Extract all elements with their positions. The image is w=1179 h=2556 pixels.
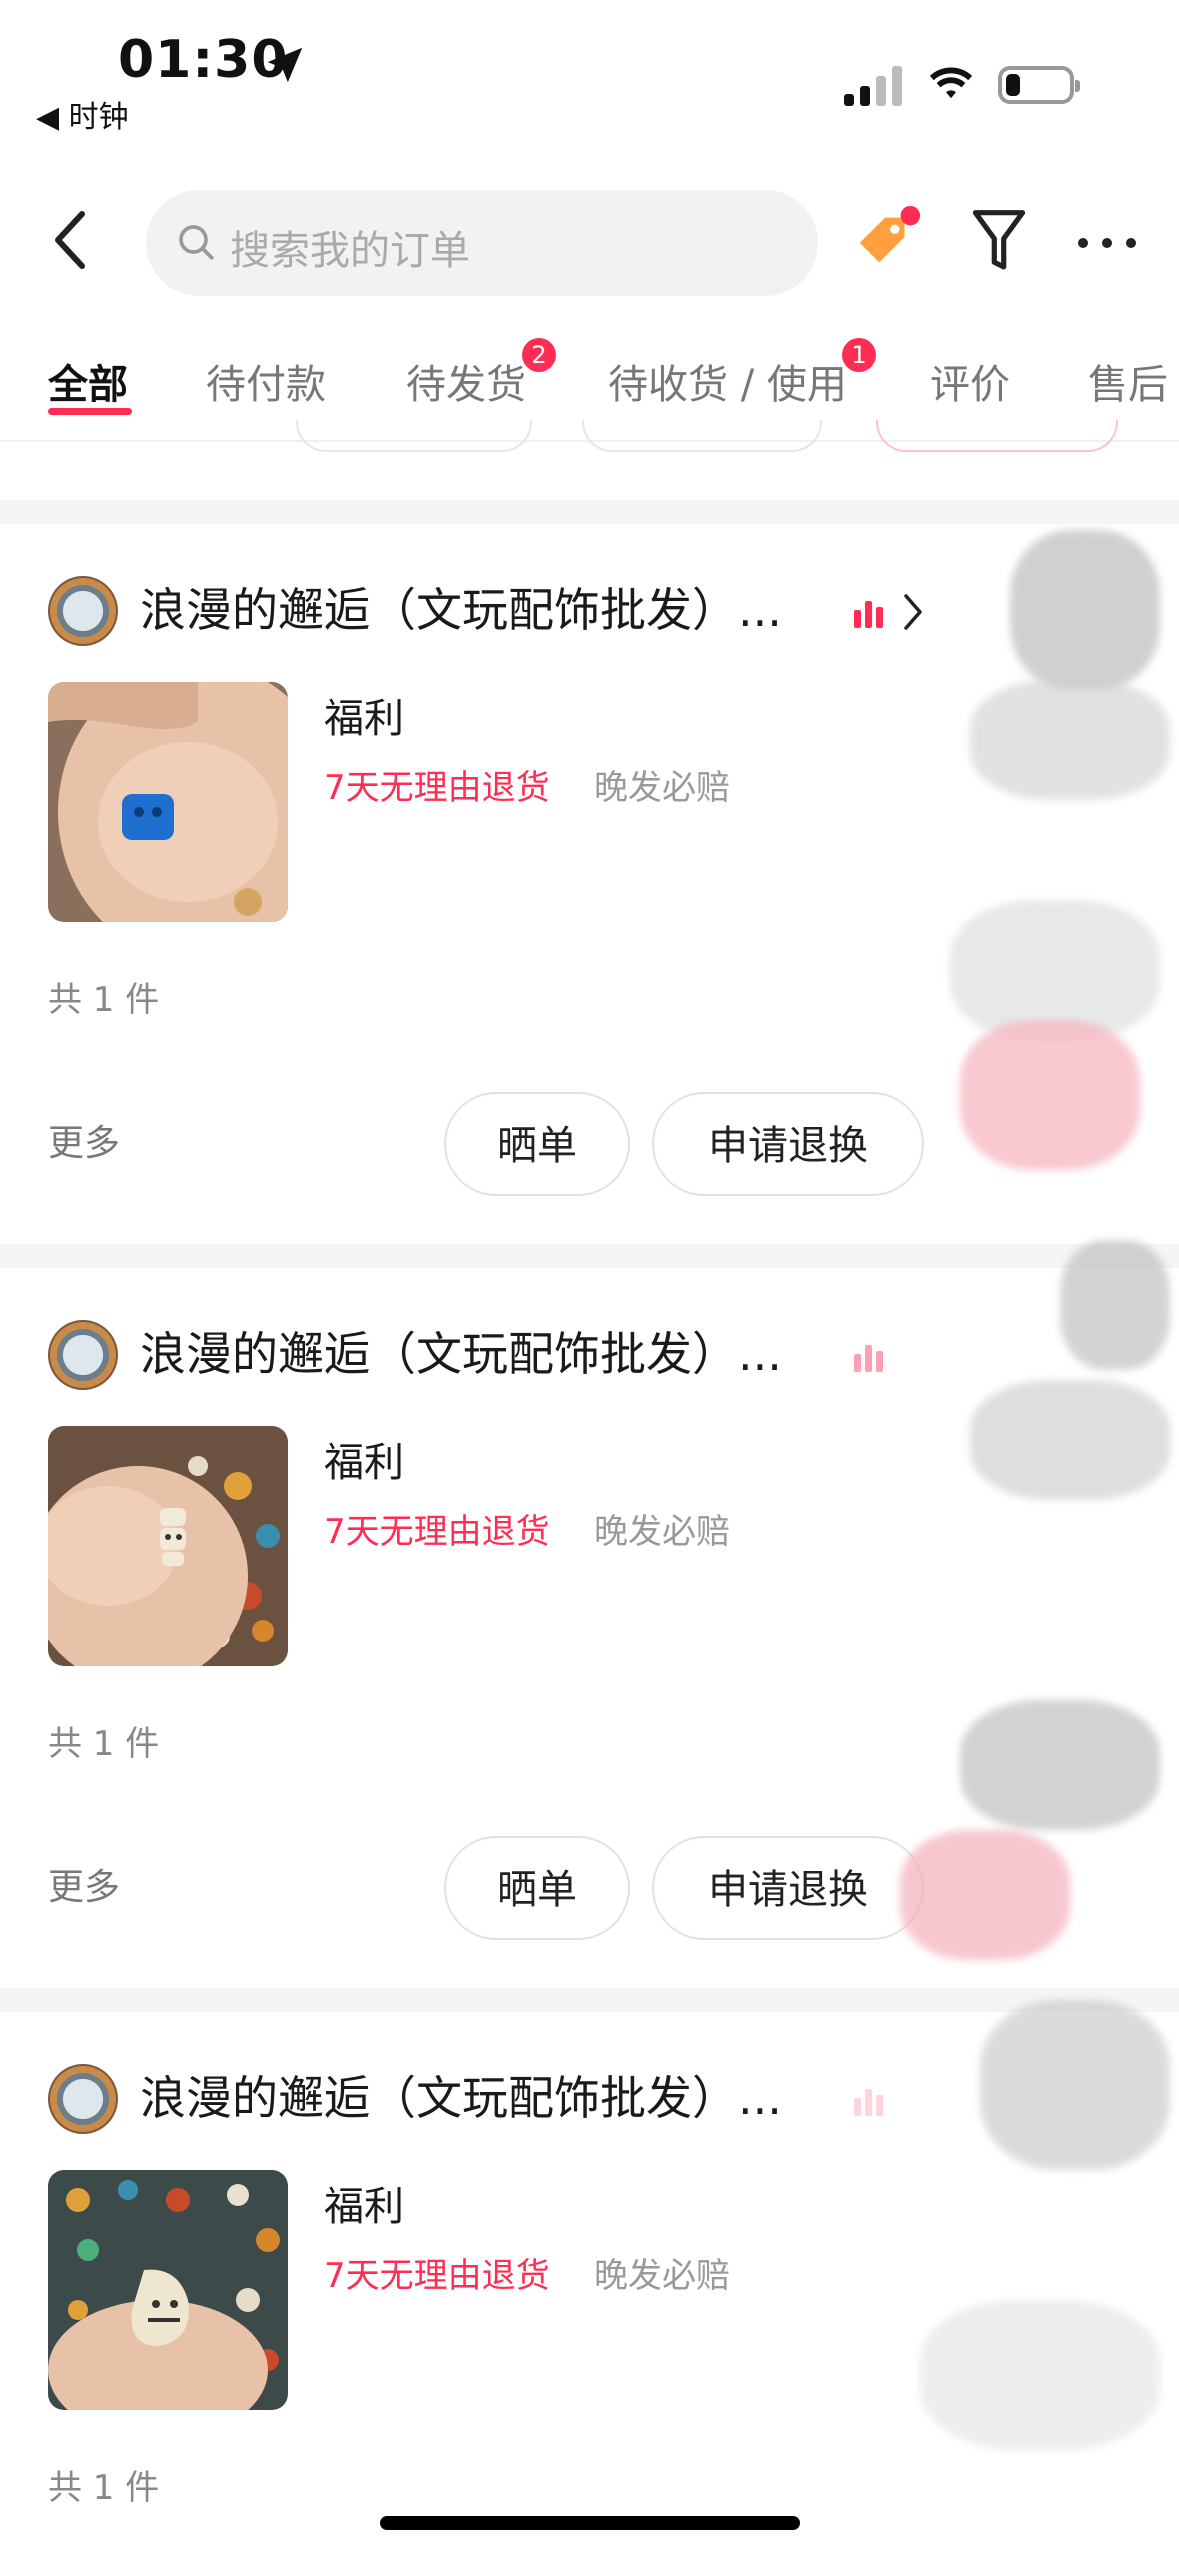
tab-reviews[interactable]: 评价 bbox=[930, 352, 1010, 410]
share-review-button[interactable]: 晒单 bbox=[444, 1836, 630, 1940]
pending-shipment-badge: 2 bbox=[522, 338, 556, 372]
shop-avatar[interactable] bbox=[48, 1320, 118, 1390]
tab-pending-shipment[interactable]: 待发货 bbox=[406, 352, 526, 410]
return-policy-tag: 7天无理由退货 bbox=[324, 1512, 550, 1552]
late-shipment-tag: 晚发必赔 bbox=[594, 768, 730, 808]
more-link[interactable]: 更多 bbox=[48, 1114, 120, 1166]
late-shipment-tag: 晚发必赔 bbox=[594, 2256, 730, 2296]
product-title[interactable]: 福利 bbox=[324, 2174, 404, 2232]
product-thumbnail[interactable] bbox=[48, 682, 288, 922]
back-button[interactable] bbox=[50, 210, 90, 270]
more-options-icon[interactable] bbox=[1076, 236, 1138, 250]
share-review-button[interactable]: 晒单 bbox=[444, 1092, 630, 1196]
search-icon bbox=[179, 225, 214, 260]
filter-icon[interactable] bbox=[970, 208, 1028, 274]
shop-name[interactable]: 浪漫的邂逅（文玩配饰批发）... bbox=[140, 1318, 782, 1384]
tab-pending-receipt[interactable]: 待收货 / 使用 bbox=[608, 352, 847, 410]
price-tag-icon[interactable] bbox=[852, 204, 922, 274]
search-placeholder: 搜索我的订单 bbox=[230, 228, 470, 274]
home-indicator bbox=[380, 2516, 800, 2530]
cellular-signal-icon bbox=[844, 62, 904, 106]
tab-pending-payment[interactable]: 待付款 bbox=[206, 352, 326, 410]
shop-name[interactable]: 浪漫的邂逅（文玩配饰批发）... bbox=[140, 2062, 782, 2128]
shop-avatar[interactable] bbox=[48, 2064, 118, 2134]
tab-active-indicator bbox=[48, 408, 132, 415]
back-to-app-link[interactable]: ◀ 时钟 bbox=[36, 92, 129, 136]
product-title[interactable]: 福利 bbox=[324, 1430, 404, 1488]
previous-card-button[interactable] bbox=[296, 420, 532, 452]
wifi-icon bbox=[929, 67, 973, 99]
more-link[interactable]: 更多 bbox=[48, 1858, 120, 1910]
redaction-overlay bbox=[860, 440, 1179, 2540]
product-thumbnail[interactable] bbox=[48, 1426, 288, 1666]
item-count: 共 1 件 bbox=[48, 1724, 160, 1764]
shop-avatar[interactable] bbox=[48, 576, 118, 646]
tab-all[interactable]: 全部 bbox=[48, 352, 128, 410]
item-count: 共 1 件 bbox=[48, 980, 160, 1020]
late-shipment-tag: 晚发必赔 bbox=[594, 1512, 730, 1552]
product-title[interactable]: 福利 bbox=[324, 686, 404, 744]
return-policy-tag: 7天无理由退货 bbox=[324, 768, 550, 808]
shop-name[interactable]: 浪漫的邂逅（文玩配饰批发）... bbox=[140, 574, 782, 640]
item-count: 共 1 件 bbox=[48, 2468, 160, 2508]
battery-icon bbox=[998, 66, 1080, 104]
location-arrow-icon bbox=[267, 47, 303, 83]
previous-card-button[interactable] bbox=[582, 420, 822, 452]
pending-receipt-badge: 1 bbox=[842, 338, 876, 372]
tab-after-sales[interactable]: 售后 bbox=[1088, 352, 1168, 410]
return-policy-tag: 7天无理由退货 bbox=[324, 2256, 550, 2296]
product-thumbnail[interactable] bbox=[48, 2170, 288, 2410]
